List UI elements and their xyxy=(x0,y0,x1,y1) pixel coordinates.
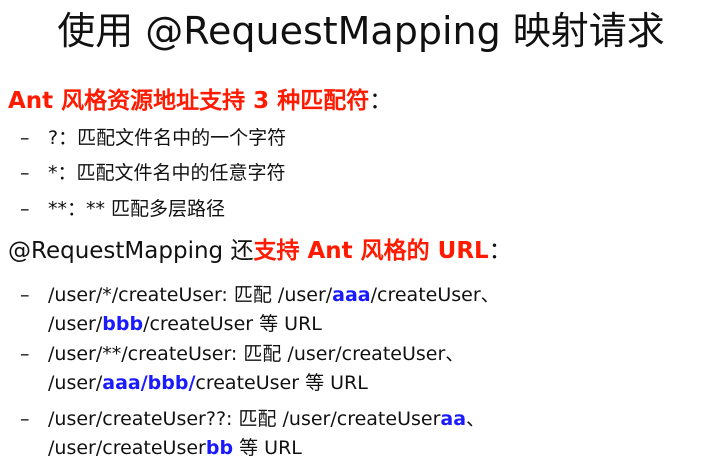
bullet-text: ?：匹配文件名中的一个字符 xyxy=(48,127,287,149)
bullet-text: **：** 匹配多层路径 xyxy=(48,198,226,220)
url-example-single-star-line2: /user/bbb/createUser 等 URL xyxy=(48,310,322,338)
bullet-dash: – xyxy=(20,343,30,365)
bullet-asterisk: – *：匹配文件名中的任意字符 xyxy=(20,159,286,187)
bullet-dash: – xyxy=(20,284,30,306)
bullet-double-asterisk: – **：** 匹配多层路径 xyxy=(20,195,225,223)
bullet-dash: – xyxy=(20,408,30,430)
example-text: /user/**/createUser: 匹配 /user/createUser… xyxy=(48,343,465,365)
example-text: /user/*/createUser: 匹配 /user/ xyxy=(48,284,333,306)
heading-highlight: Ant 风格资源地址支持 3 种匹配符 xyxy=(8,88,370,114)
heading-prefix: @RequestMapping 还 xyxy=(8,238,254,264)
example-highlight: bb xyxy=(205,437,234,459)
example-text: /user/createUser??: 匹配 /user/createUser xyxy=(48,408,441,430)
example-highlight: aaa xyxy=(332,284,371,306)
url-example-question-marks-line2: /user/createUserbb 等 URL xyxy=(48,434,302,462)
example-highlight: aa xyxy=(440,408,467,430)
bullet-text: *：匹配文件名中的任意字符 xyxy=(48,162,286,184)
example-text: 等 URL xyxy=(233,437,302,459)
bullet-dash: – xyxy=(20,198,30,220)
slide-title: 使用 @RequestMapping 映射请求 xyxy=(57,9,665,53)
heading-suffix: ： xyxy=(488,238,512,264)
url-example-single-star-line1: –/user/*/createUser: 匹配 /user/aaa/create… xyxy=(20,281,500,309)
bullet-dash: – xyxy=(20,162,30,184)
url-example-double-star-line1: –/user/**/createUser: 匹配 /user/createUse… xyxy=(20,340,464,368)
heading-highlight: 支持 Ant 风格的 URL xyxy=(253,238,489,264)
example-text: 、 xyxy=(466,408,486,430)
example-text: /user/ xyxy=(48,313,103,335)
example-text: createUser 等 URL xyxy=(195,372,368,394)
url-example-question-marks-line1: –/user/createUser??: 匹配 /user/createUser… xyxy=(20,405,485,433)
url-example-double-star-line2: /user/aaa/bbb/createUser 等 URL xyxy=(48,369,368,397)
example-highlight: aaa/bbb/ xyxy=(102,372,196,394)
heading-suffix: ： xyxy=(369,88,393,114)
example-text: /createUser、 xyxy=(370,284,500,306)
example-text: /user/createUser xyxy=(48,437,206,459)
slide: 使用 @RequestMapping 映射请求 Ant 风格资源地址支持 3 种… xyxy=(0,0,722,472)
section-heading-ant-wildcards: Ant 风格资源地址支持 3 种匹配符： xyxy=(8,85,392,117)
example-text: /user/ xyxy=(48,372,103,394)
example-highlight: bbb xyxy=(102,313,144,335)
example-text: /createUser 等 URL xyxy=(143,313,322,335)
bullet-dash: – xyxy=(20,127,30,149)
bullet-question-mark: – ?：匹配文件名中的一个字符 xyxy=(20,124,286,152)
section-heading-ant-url: @RequestMapping 还支持 Ant 风格的 URL： xyxy=(8,235,512,267)
